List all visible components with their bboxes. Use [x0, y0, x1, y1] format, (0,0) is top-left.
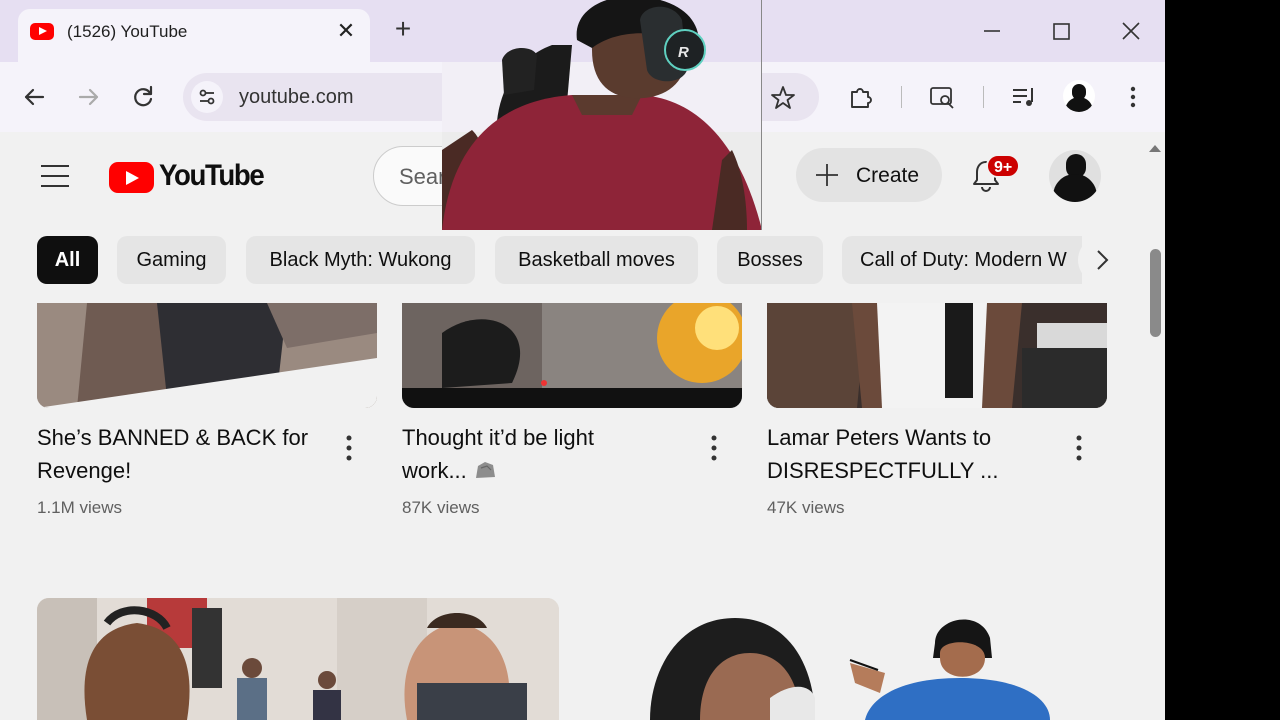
new-tab-plus-icon[interactable]: +: [390, 14, 416, 44]
chip-gaming[interactable]: Gaming: [117, 236, 226, 284]
chips-next-button[interactable]: [1078, 236, 1126, 284]
video-thumbnail[interactable]: [640, 598, 1060, 720]
tab-title: (1526) YouTube: [67, 22, 188, 41]
plus-icon: [816, 164, 838, 186]
filter-chips-bar: All Gaming Black Myth: Wukong Basketball…: [0, 222, 1150, 302]
video-title-line: Thought it’d be light: [402, 425, 595, 450]
hamburger-menu-icon[interactable]: [39, 162, 71, 190]
tab-close-icon[interactable]: ✕: [334, 18, 358, 44]
create-button[interactable]: Create: [796, 148, 942, 202]
create-label: Create: [856, 164, 920, 187]
video-thumbnail[interactable]: [767, 303, 1107, 408]
site-info-tune-icon[interactable]: [191, 81, 223, 113]
video-more-options-icon[interactable]: [1073, 433, 1085, 463]
reload-icon[interactable]: [128, 82, 158, 112]
forward-arrow-icon[interactable]: [74, 82, 104, 112]
video-thumbnail[interactable]: [402, 303, 742, 408]
webcam-overlay: R: [442, 0, 762, 230]
chip-all[interactable]: All: [37, 236, 98, 284]
more-menu-icon[interactable]: [1118, 82, 1148, 112]
video-title-line: Lamar Peters Wants to: [767, 425, 992, 450]
notification-count-badge: 9+: [986, 154, 1021, 178]
account-avatar[interactable]: [1049, 150, 1101, 202]
scroll-up-arrow-icon[interactable]: [1147, 140, 1163, 156]
chip-black-myth-wukong[interactable]: Black Myth: Wukong: [246, 236, 475, 284]
webcam-border: [761, 0, 762, 230]
video-title-line: DISRESPECTFULLY ...: [767, 458, 999, 483]
youtube-play-icon: [109, 162, 154, 193]
rock-emoji-icon: [475, 462, 495, 478]
scrollbar-thumb[interactable]: [1150, 249, 1161, 337]
close-window-icon[interactable]: [1116, 16, 1146, 46]
extensions-puzzle-icon[interactable]: [846, 82, 876, 112]
minimize-icon[interactable]: [977, 16, 1007, 46]
video-title[interactable]: She’s BANNED & BACK for Revenge!: [37, 421, 332, 487]
youtube-logo[interactable]: YouTube: [109, 159, 265, 195]
chevron-right-icon: [1097, 250, 1109, 270]
video-more-options-icon[interactable]: [708, 433, 720, 463]
video-views: 87K views: [402, 498, 480, 517]
headset-logo-letter: R: [678, 44, 689, 61]
url-text: youtube.com: [239, 86, 354, 108]
youtube-logo-text: YouTube: [159, 159, 265, 192]
video-title[interactable]: Thought it’d be light work...: [402, 421, 697, 487]
chip-call-of-duty[interactable]: Call of Duty: Modern W: [842, 236, 1082, 284]
video-thumbnail[interactable]: [37, 303, 377, 408]
profile-avatar[interactable]: [1063, 80, 1095, 112]
tab-youtube[interactable]: (1526) YouTube ✕: [18, 9, 370, 62]
video-title-line: Revenge!: [37, 458, 132, 483]
chip-bosses[interactable]: Bosses: [717, 236, 823, 284]
maximize-icon[interactable]: [1046, 16, 1076, 46]
google-lens-search-icon[interactable]: [927, 82, 957, 112]
video-title-line: She’s BANNED & BACK for: [37, 425, 309, 450]
video-views: 47K views: [767, 498, 845, 517]
video-more-options-icon[interactable]: [343, 433, 355, 463]
toolbar-divider: [983, 86, 984, 108]
toolbar-divider: [901, 86, 902, 108]
youtube-favicon-icon: [30, 23, 54, 40]
media-queue-icon[interactable]: [1009, 82, 1039, 112]
video-title[interactable]: Lamar Peters Wants to DISRESPECTFULLY ..…: [767, 421, 1062, 487]
video-thumbnail[interactable]: [37, 598, 559, 720]
bookmark-star-icon[interactable]: [768, 83, 798, 113]
video-views: 1.1M views: [37, 498, 123, 517]
webcam-streamer-image: R: [442, 0, 762, 230]
back-arrow-icon[interactable]: [19, 82, 49, 112]
video-title-line: work...: [402, 458, 467, 483]
screen: (1526) YouTube ✕ + youtube.com YouTube S…: [0, 0, 1280, 720]
chip-basketball-moves[interactable]: Basketball moves: [495, 236, 698, 284]
